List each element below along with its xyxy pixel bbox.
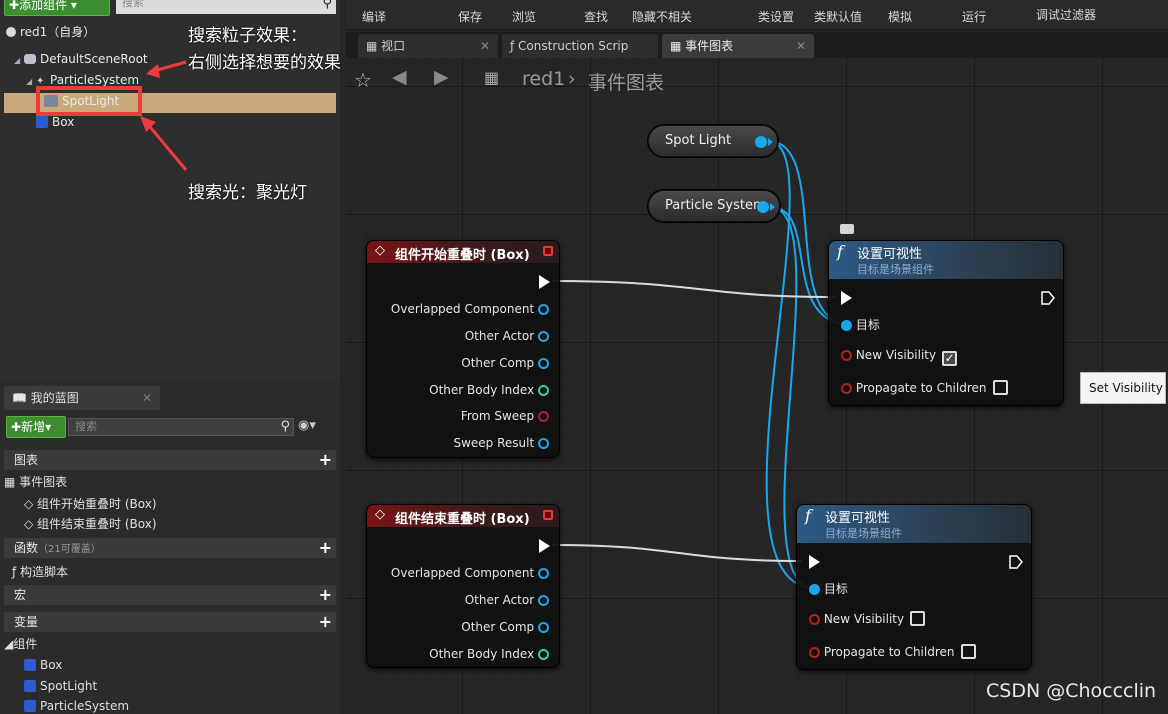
pin-other-body-index[interactable]: Other Body Index [429, 380, 549, 400]
pin-label: Other Comp [461, 356, 535, 370]
struct-pin-icon [538, 438, 549, 449]
pin-new-visibility[interactable]: New Visibility [809, 609, 926, 629]
set-visibility-tooltip: Set Visibility [1080, 372, 1166, 404]
watermark: CSDN @Choccclin [986, 680, 1157, 702]
function-icon: f [805, 506, 811, 525]
getter-particle-system-label: Particle System [665, 198, 766, 213]
event-diamond-icon: ◇ [375, 243, 385, 258]
exec-out-pin[interactable] [1009, 555, 1023, 569]
delegate-pin[interactable] [543, 510, 553, 520]
pin-from-sweep[interactable]: From Sweep [461, 406, 549, 426]
exec-out-pin[interactable] [1041, 291, 1055, 305]
pin-other-body-index[interactable]: Other Body Index [429, 644, 549, 664]
function-node-title: 设置可视性 [825, 511, 891, 526]
exec-out-pin[interactable] [539, 539, 550, 553]
event-node-header: ◇ 组件开始重叠时 (Box) [367, 241, 559, 263]
function-node-subtitle: 目标是场景组件 [857, 263, 934, 276]
event-node-title: 组件结束重叠时 (Box) [395, 512, 530, 527]
propagate-checkbox[interactable] [960, 644, 976, 659]
event-node-end-overlap[interactable]: ◇ 组件结束重叠时 (Box) Overlapped Component Oth… [366, 504, 560, 668]
function-node-set-visibility-1[interactable]: f 设置可视性 目标是场景组件 目标 New Visibility ✓ Propa… [828, 240, 1064, 406]
object-pin-icon [538, 568, 549, 579]
exec-out-pin[interactable] [539, 275, 550, 289]
pin-overlapped-component[interactable]: Overlapped Component [391, 563, 549, 583]
pin-label: Propagate to Children [855, 381, 987, 395]
new-visibility-checkbox[interactable] [910, 611, 926, 626]
event-diamond-icon: ◇ [375, 507, 385, 522]
pin-propagate[interactable]: Propagate to Children [841, 378, 1008, 398]
object-pin-icon [538, 622, 549, 633]
pin-overlapped-component[interactable]: Overlapped Component [391, 299, 549, 319]
pin-label: New Visibility [855, 348, 937, 362]
pin-label: Other Actor [464, 329, 535, 343]
pin-other-actor[interactable]: Other Actor [465, 326, 549, 346]
pin-label: Propagate to Children [823, 645, 955, 659]
pin-propagate[interactable]: Propagate to Children [809, 642, 976, 662]
pin-label: Other Comp [461, 620, 535, 634]
object-pin-icon [538, 595, 549, 606]
int-pin-icon [538, 649, 549, 660]
wire-exec-end [551, 544, 803, 562]
bool-pin-icon [841, 350, 852, 361]
pin-label: Overlapped Component [390, 302, 535, 316]
comment-bubble-icon[interactable] [840, 224, 854, 234]
event-node-title: 组件开始重叠时 (Box) [395, 248, 530, 263]
pin-label: Sweep Result [453, 436, 535, 450]
target-pin-icon [841, 320, 852, 331]
pin-label: 目标 [855, 318, 880, 332]
target-pin-icon [809, 584, 820, 595]
getter-spot-light[interactable]: Spot Light [648, 125, 778, 157]
function-node-set-visibility-2[interactable]: f 设置可视性 目标是场景组件 目标 New Visibility Propag… [796, 504, 1032, 670]
function-icon: f [837, 242, 843, 261]
pin-label: From Sweep [460, 409, 535, 423]
pin-target[interactable]: 目标 [809, 579, 848, 599]
int-pin-icon [538, 385, 549, 396]
function-node-subtitle: 目标是场景组件 [825, 527, 902, 540]
function-node-title: 设置可视性 [857, 247, 923, 262]
pin-label: Other Actor [464, 593, 535, 607]
pin-label: New Visibility [823, 612, 905, 626]
bool-pin-icon [809, 647, 820, 658]
pin-sweep-result[interactable]: Sweep Result [453, 433, 549, 453]
getter-spot-light-label: Spot Light [665, 133, 732, 148]
pin-label: Other Body Index [429, 647, 535, 661]
wire-exec-begin [551, 280, 837, 298]
pin-label: Overlapped Component [390, 566, 535, 580]
output-pin[interactable] [757, 201, 775, 213]
object-pin-icon [538, 331, 549, 342]
delegate-pin[interactable] [543, 246, 553, 256]
bool-pin-icon [841, 383, 852, 394]
event-node-header: ◇ 组件结束重叠时 (Box) [367, 505, 559, 527]
bool-pin-icon [809, 614, 820, 625]
object-pin-icon [538, 358, 549, 369]
exec-in-pin[interactable] [809, 555, 820, 569]
pin-other-actor[interactable]: Other Actor [465, 590, 549, 610]
exec-in-pin[interactable] [841, 291, 852, 305]
propagate-checkbox[interactable] [992, 380, 1008, 395]
getter-particle-system[interactable]: Particle System [648, 190, 780, 222]
pin-new-visibility[interactable]: New Visibility ✓ [841, 345, 958, 366]
pin-other-comp[interactable]: Other Comp [461, 353, 549, 373]
pin-target[interactable]: 目标 [841, 315, 880, 335]
function-node-header: f 设置可视性 目标是场景组件 [829, 241, 1063, 279]
pin-label: 目标 [823, 582, 848, 596]
event-node-begin-overlap[interactable]: ◇ 组件开始重叠时 (Box) Overlapped Component Oth… [366, 240, 560, 458]
pin-label: Other Body Index [429, 383, 535, 397]
bool-pin-icon [538, 411, 549, 422]
pin-other-comp[interactable]: Other Comp [461, 617, 549, 637]
object-pin-icon [538, 304, 549, 315]
function-node-header: f 设置可视性 目标是场景组件 [797, 505, 1031, 543]
output-pin[interactable] [755, 136, 773, 148]
new-visibility-checkbox[interactable]: ✓ [942, 351, 958, 366]
